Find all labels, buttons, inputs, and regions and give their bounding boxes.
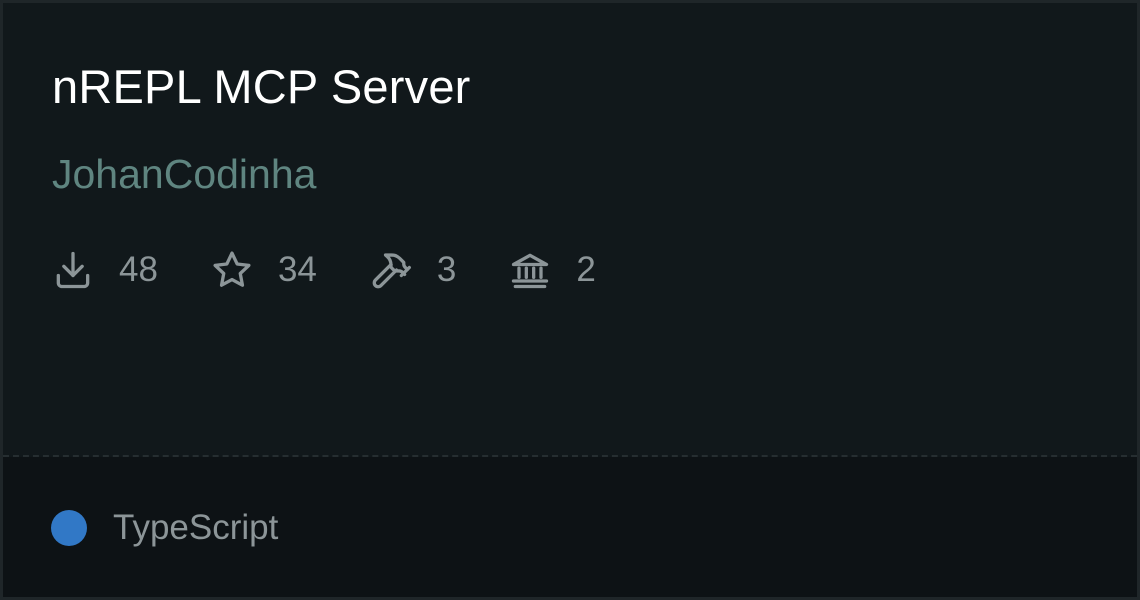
resources-count: 2 xyxy=(576,250,596,289)
language-tag: TypeScript xyxy=(51,503,278,553)
stat-stars: 34 xyxy=(210,247,317,293)
hammer-icon xyxy=(369,248,413,292)
server-title[interactable]: nREPL MCP Server xyxy=(52,59,471,115)
star-icon xyxy=(210,248,254,292)
stats-row: 48 34 3 2 xyxy=(51,247,596,293)
bank-icon xyxy=(508,248,552,292)
download-icon xyxy=(51,248,95,292)
author-link[interactable]: JohanCodinha xyxy=(52,149,316,199)
downloads-count: 48 xyxy=(119,250,158,289)
stat-downloads: 48 xyxy=(51,247,158,293)
language-color-dot xyxy=(51,510,87,546)
stars-count: 34 xyxy=(277,250,317,289)
tools-count: 3 xyxy=(436,250,457,289)
stat-tools: 3 xyxy=(369,247,456,293)
stat-resources: 2 xyxy=(508,247,596,293)
language-label: TypeScript xyxy=(113,508,279,547)
server-card[interactable]: nREPL MCP Server JohanCodinha 48 34 3 2 … xyxy=(0,0,1140,600)
